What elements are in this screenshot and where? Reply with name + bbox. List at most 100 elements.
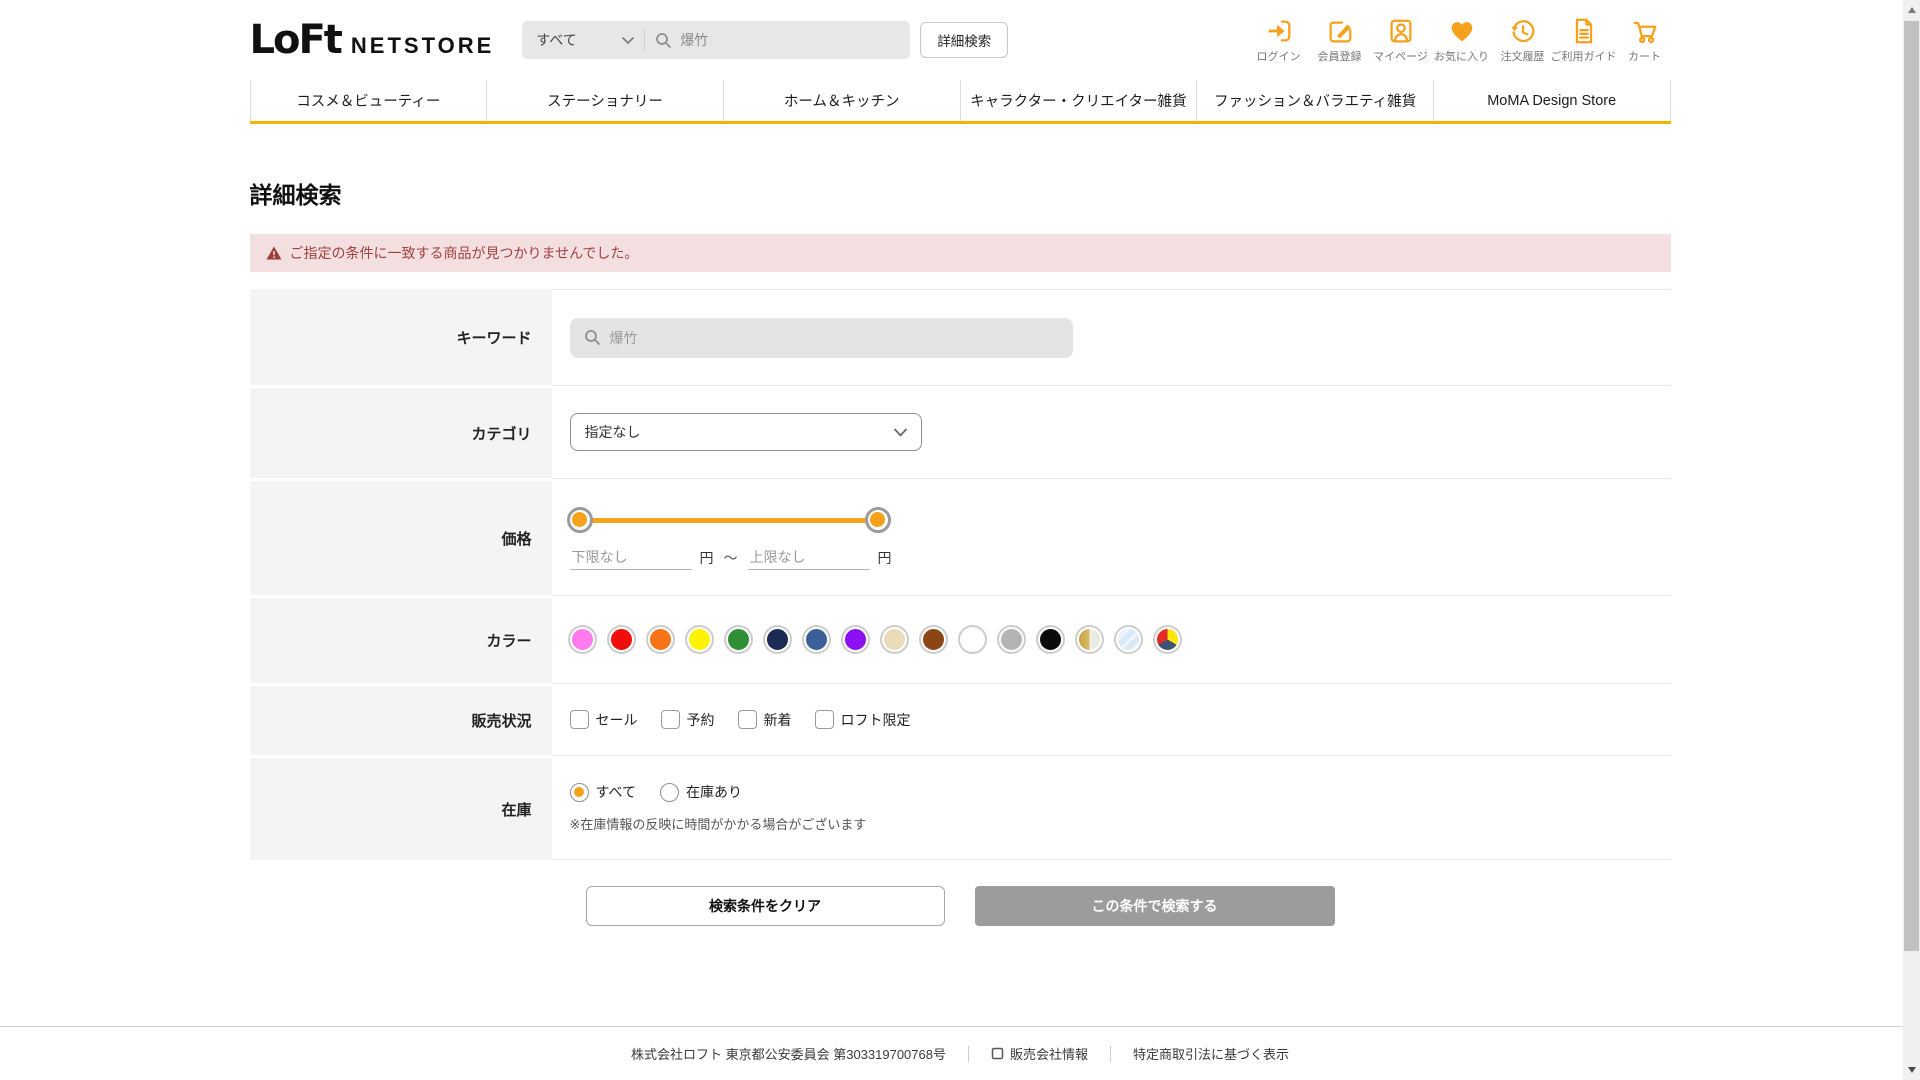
advanced-search-form: キーワード カテゴリ 指定なし 価格 <box>249 289 1671 860</box>
header-top: LoFt NETSTORE すべて 爆竹 詳細検索 ログイン 会員登録 マイペー… <box>250 0 1671 80</box>
logo-loft-text: LoFt <box>249 17 343 63</box>
history-icon <box>1510 20 1534 43</box>
color-swatch-blue[interactable] <box>803 627 829 652</box>
radio-label: 在庫あり <box>685 784 742 800</box>
color-swatch-red[interactable] <box>608 627 634 652</box>
keyword-label: キーワード <box>249 289 552 385</box>
scrollbar-down-button[interactable] <box>1903 1060 1920 1080</box>
form-row-category: カテゴリ 指定なし <box>249 385 1671 478</box>
color-swatch-orange[interactable] <box>647 627 673 652</box>
radio-all[interactable]: すべて <box>569 782 636 802</box>
price-min-input[interactable] <box>569 546 692 570</box>
search-icon <box>584 330 600 345</box>
price-max-unit: 円 <box>877 550 892 566</box>
loft-logo[interactable]: LoFt NETSTORE <box>250 17 495 63</box>
quick-link-label: ご利用ガイド <box>1550 51 1617 63</box>
quick-link-label: カート <box>1628 51 1661 63</box>
checkbox-label: セール <box>595 711 638 728</box>
quick-link-favorites[interactable]: お気に入り <box>1434 16 1489 64</box>
category-select[interactable]: 指定なし <box>569 413 922 451</box>
stock-label: 在庫 <box>249 755 552 860</box>
nav-item-character[interactable]: キャラクター・クリエイター雑貨 <box>959 80 1197 121</box>
checkbox-box <box>569 710 589 729</box>
quick-link-mypage[interactable]: マイページ <box>1373 16 1428 64</box>
radio-button <box>659 782 679 802</box>
footer-link-seller-info[interactable]: 販売会社情報 <box>991 1044 1088 1063</box>
cart-icon <box>1633 21 1656 44</box>
quick-link-register[interactable]: 会員登録 <box>1314 16 1366 64</box>
footer-divider <box>1109 1045 1111 1062</box>
color-swatch-white[interactable] <box>959 627 985 652</box>
scrollbar-up-button[interactable] <box>1903 0 1920 20</box>
header-search-input[interactable]: 爆竹 <box>645 30 910 50</box>
form-row-sales-status: 販売状況 セール 予約 新着 ロフト限定 <box>249 683 1671 755</box>
quick-links: ログイン 会員登録 マイページ お気に入り 注文履歴 ご利用ガイド カート <box>1253 16 1671 64</box>
color-swatch-purple[interactable] <box>842 627 868 652</box>
color-swatch-navy[interactable] <box>764 627 790 652</box>
radio-in-stock[interactable]: 在庫あり <box>659 782 742 802</box>
color-swatch-yellow[interactable] <box>686 627 712 652</box>
quick-link-cart[interactable]: カート <box>1619 16 1671 64</box>
color-swatch-gray[interactable] <box>998 627 1024 652</box>
warning-icon <box>266 246 281 260</box>
color-swatch-black[interactable] <box>1037 627 1063 652</box>
nav-item-cosme[interactable]: コスメ＆ビューティー <box>249 80 487 121</box>
detail-search-button[interactable]: 詳細検索 <box>920 22 1009 58</box>
search-with-conditions-button[interactable]: この条件で検索する <box>974 886 1335 926</box>
quick-link-login[interactable]: ログイン <box>1253 16 1305 64</box>
quick-link-label: お気に入り <box>1434 51 1489 63</box>
color-swatch-beige[interactable] <box>881 627 907 652</box>
quick-link-label: 注文履歴 <box>1500 51 1545 63</box>
checkbox-reservation[interactable]: 予約 <box>660 710 715 730</box>
price-slider-min-handle[interactable] <box>566 506 593 533</box>
checkbox-label: ロフト限定 <box>840 711 911 728</box>
clear-conditions-button[interactable]: 検索条件をクリア <box>585 886 945 926</box>
sales-status-label: 販売状況 <box>249 683 552 755</box>
checkbox-box <box>660 710 680 729</box>
footer-link-label: 特定商取引法に基づく表示 <box>1132 1047 1289 1062</box>
stock-note: ※在庫情報の反映に時間がかかる場合がございます <box>569 817 867 832</box>
color-swatch-green[interactable] <box>725 627 751 652</box>
register-icon <box>1329 21 1351 43</box>
main-nav: コスメ＆ビューティー ステーショナリー ホーム＆キッチン キャラクター・クリエイ… <box>249 80 1671 124</box>
color-swatch-brown[interactable] <box>920 627 946 652</box>
checkbox-loft-limited[interactable]: ロフト限定 <box>814 710 911 730</box>
quick-link-order-history[interactable]: 注文履歴 <box>1497 16 1549 64</box>
nav-item-stationery[interactable]: ステーショナリー <box>486 80 723 121</box>
checkbox-new-arrival[interactable]: 新着 <box>737 710 792 730</box>
keyword-input-field[interactable] <box>609 329 1030 346</box>
color-swatch-clear[interactable] <box>1115 627 1141 652</box>
price-label: 価格 <box>249 478 552 595</box>
price-range-slider[interactable] <box>566 506 891 533</box>
search-category-value: すべて <box>536 32 577 48</box>
color-swatch-pink[interactable] <box>569 627 595 652</box>
quick-link-label: ログイン <box>1256 51 1301 63</box>
guide-icon <box>1575 18 1592 44</box>
price-max-input[interactable] <box>747 546 870 570</box>
color-swatch-gold-silver[interactable] <box>1076 627 1102 652</box>
vertical-scrollbar[interactable] <box>1903 0 1920 1080</box>
scroll-down-icon <box>1907 1067 1916 1073</box>
search-category-select[interactable]: すべて <box>522 30 644 50</box>
quick-link-guide[interactable]: ご利用ガイド <box>1551 16 1617 64</box>
mypage-icon <box>1390 19 1411 43</box>
login-icon <box>1268 20 1290 42</box>
header: LoFt NETSTORE すべて 爆竹 詳細検索 ログイン 会員登録 マイペー… <box>250 0 1671 80</box>
scrollbar-thumb[interactable] <box>1904 21 1919 951</box>
price-slider-max-handle[interactable] <box>864 506 891 533</box>
nav-item-moma[interactable]: MoMA Design Store <box>1432 80 1671 121</box>
form-row-keyword: キーワード <box>249 289 1671 385</box>
nav-item-home-kitchen[interactable]: ホーム＆キッチン <box>722 80 960 121</box>
footer-link-commerce-law[interactable]: 特定商取引法に基づく表示 <box>1133 1044 1289 1063</box>
price-slider-track[interactable] <box>579 517 878 523</box>
footer-link-label: 販売会社情報 <box>1009 1047 1088 1062</box>
category-selected-value: 指定なし <box>584 424 641 440</box>
nav-item-fashion[interactable]: ファッション＆バラエティ雑貨 <box>1196 80 1433 121</box>
radio-button-selected <box>569 782 589 802</box>
keyword-input[interactable] <box>569 317 1073 358</box>
alert-message: ご指定の条件に一致する商品が見つかりませんでした。 <box>289 245 639 261</box>
color-label: カラー <box>249 595 552 683</box>
color-swatch-multicolor[interactable] <box>1154 627 1180 652</box>
checkbox-sale[interactable]: セール <box>569 710 638 730</box>
price-min-unit: 円 <box>699 550 714 566</box>
